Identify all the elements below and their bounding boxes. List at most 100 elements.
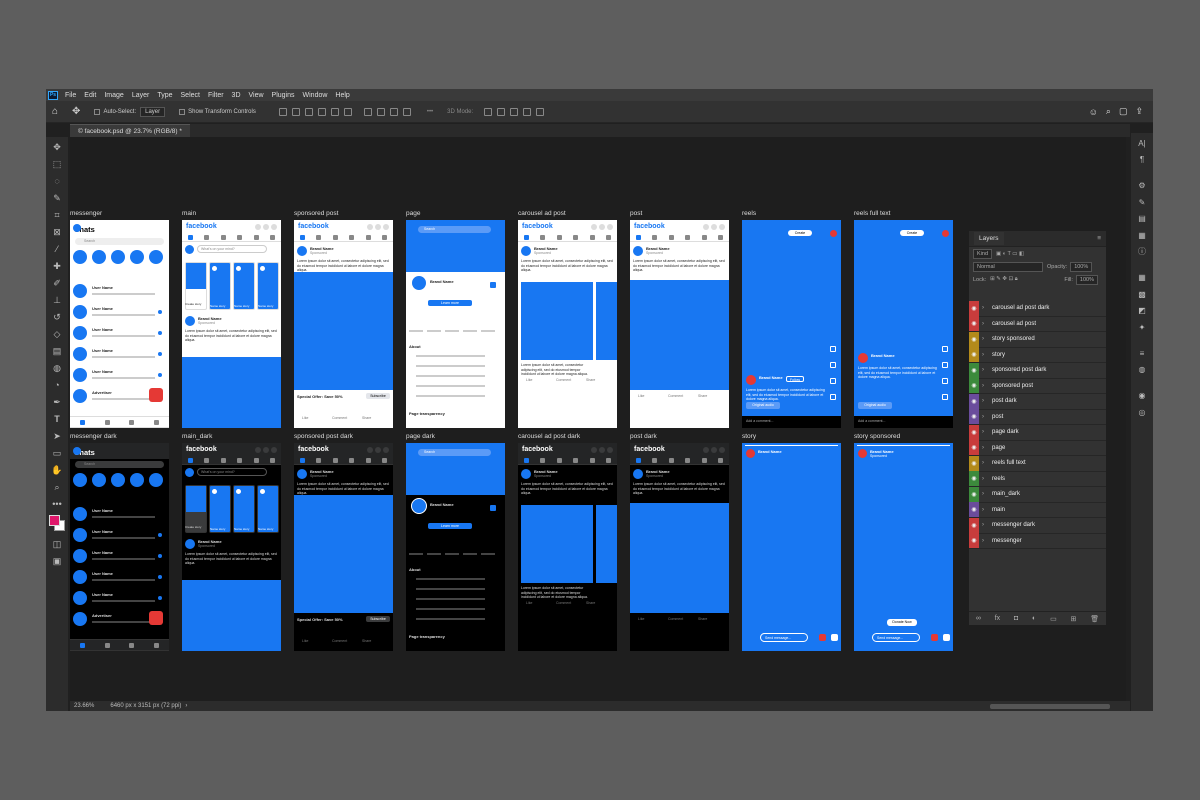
history-brush-icon[interactable]: ↺ [50, 310, 64, 324]
mock-audio-pill[interactable]: Original audio [858, 402, 892, 409]
lasso-tool-icon[interactable]: ◌ [50, 174, 64, 188]
artboard-label[interactable]: post dark [630, 433, 657, 440]
menu-item-plugins[interactable]: Plugins [268, 92, 299, 99]
kind-filter-dropdown[interactable]: Kind [973, 248, 993, 259]
mock-header-icon[interactable] [599, 446, 605, 453]
show-transform-box[interactable] [179, 108, 186, 115]
mock-nav-icon[interactable] [556, 234, 562, 240]
patterns-icon[interactable]: ▩ [1136, 288, 1148, 300]
mock-header-icon[interactable] [591, 223, 597, 230]
artboard[interactable]: sponsored post facebook Brand Name Sponsore… [294, 210, 393, 428]
chevron-right-icon[interactable]: › [979, 538, 987, 544]
eye-icon[interactable]: ◉ [969, 362, 979, 378]
mock-share-button[interactable]: Share [586, 378, 595, 383]
mock-comment-button[interactable]: Comment [556, 601, 571, 606]
mock-reel-action-icon[interactable] [942, 362, 948, 368]
artboard-label[interactable]: main [182, 210, 196, 217]
mock-reel-action-icon[interactable] [830, 378, 836, 384]
mock-header-icon[interactable] [367, 223, 373, 230]
mock-nav-icon[interactable] [332, 234, 338, 240]
mock-comment-button[interactable]: Comment [332, 416, 347, 421]
mock-nav-icon[interactable] [270, 234, 276, 240]
mock-header-icon[interactable] [703, 223, 709, 230]
mock-chat-avatar[interactable] [73, 326, 87, 340]
menu-item-window[interactable]: Window [299, 92, 332, 99]
artboard-label[interactable]: messenger dark [70, 433, 117, 440]
eye-icon[interactable]: ◉ [969, 533, 979, 549]
mock-header-icon[interactable] [719, 223, 725, 230]
artboard[interactable]: story sponsored Brand Name Sponsored Donate… [854, 433, 953, 651]
distribute-icon[interactable] [363, 107, 372, 116]
artboard-canvas[interactable]: facebook Brand Name Sponsored Lorem ipsum d… [630, 220, 729, 428]
artboard[interactable]: main_dark facebook What's on your mind? Cre… [182, 433, 281, 651]
mock-reel-action-icon[interactable] [830, 394, 836, 400]
layer-row[interactable]: ◉ › page [969, 440, 1106, 456]
artboard-canvas[interactable]: Search Brand Name Learn more About Page tran… [406, 443, 505, 651]
artboard-label[interactable]: post [630, 210, 642, 217]
swatches-icon[interactable]: ▦ [1136, 229, 1148, 241]
artboard[interactable]: carousel ad post dark facebook Brand Name S… [518, 433, 617, 651]
mock-nav-icon[interactable] [187, 234, 193, 240]
3d-pan-icon[interactable] [510, 107, 519, 116]
artboard[interactable]: messenger Chats Search User Name User Name Us… [70, 210, 169, 428]
chevron-right-icon[interactable]: › [979, 414, 987, 420]
mock-tab-icon[interactable] [129, 642, 135, 648]
mock-story-avatar[interactable] [130, 250, 144, 264]
mock-header-icon[interactable] [591, 446, 597, 453]
artboard-label[interactable]: messenger [70, 210, 102, 217]
menu-item-layer[interactable]: Layer [128, 92, 154, 99]
zoom-level[interactable]: 23.66% [74, 703, 94, 709]
color-panel-icon[interactable]: ▤ [1136, 213, 1148, 225]
mock-nav-icon[interactable] [523, 457, 529, 463]
opacity-field[interactable]: 100% [1070, 261, 1093, 272]
layer-row[interactable]: ◉ › carousel ad post [969, 316, 1106, 332]
mock-chat-avatar[interactable] [73, 570, 87, 584]
chevron-right-icon[interactable]: › [979, 445, 987, 451]
mock-nav-icon[interactable] [365, 234, 371, 240]
artboard-canvas[interactable]: Create Brand Name Follow Lorem ipsum dolor … [742, 220, 841, 428]
menu-item-view[interactable]: View [245, 92, 268, 99]
layer-row[interactable]: ◉ › messenger dark [969, 517, 1106, 534]
mock-nav-icon[interactable] [701, 234, 707, 240]
trash-icon[interactable]: 🗑︎ [1090, 615, 1099, 623]
artboard[interactable]: sponsored post dark facebook Brand Name Spo… [294, 433, 393, 651]
layer-row[interactable]: ◉ › reels full text [969, 455, 1106, 472]
eraser-icon[interactable]: ◇ [50, 327, 64, 341]
artboard[interactable]: carousel ad post facebook Brand Name Sponso… [518, 210, 617, 428]
mock-nav-icon[interactable] [540, 234, 546, 240]
artboard-label[interactable]: sponsored post [294, 210, 338, 217]
mock-header-icon[interactable] [255, 446, 261, 453]
menu-item-help[interactable]: Help [331, 92, 353, 99]
artboard[interactable]: story Brand Name Send message... [742, 433, 841, 651]
mock-nav-icon[interactable] [332, 457, 338, 463]
workspace-icon[interactable]: ▢ [1119, 106, 1128, 117]
mock-comment-button[interactable]: Comment [556, 378, 571, 383]
mock-story-avatar[interactable] [92, 250, 106, 264]
mock-nav-icon[interactable] [573, 457, 579, 463]
layer-row[interactable]: ◉ › post [969, 409, 1106, 425]
chevron-right-icon[interactable]: › [979, 507, 987, 513]
mock-reel-action-icon[interactable] [830, 346, 836, 352]
mock-nav-icon[interactable] [718, 234, 724, 240]
lock-icons[interactable]: ⊞ ✎ ✥ ⊡ 🔒︎ [990, 276, 1017, 283]
mock-page-tab[interactable] [445, 330, 459, 332]
mock-follow-button[interactable]: Follow [786, 376, 804, 382]
mock-nav-icon[interactable] [253, 234, 259, 240]
properties-icon[interactable]: ◎ [1136, 406, 1148, 418]
artboard-label[interactable]: carousel ad post dark [518, 433, 580, 440]
mock-header-icon[interactable] [711, 223, 717, 230]
mock-page-tab[interactable] [409, 553, 423, 555]
artboard-canvas[interactable]: Create Brand Name Lorem ipsum dolor sit am… [854, 220, 953, 428]
artboard-canvas[interactable]: Brand Name Sponsored Donate Now Send messag… [854, 443, 953, 651]
quick-mask-icon[interactable]: ◫ [50, 537, 64, 551]
mock-like-icon[interactable] [831, 634, 838, 641]
mock-create-button[interactable]: Create [900, 230, 924, 236]
mock-tab-icon[interactable] [104, 642, 110, 648]
mock-story-avatar[interactable] [149, 473, 163, 487]
menu-item-select[interactable]: Select [177, 92, 204, 99]
crop-tool-icon[interactable]: ⌗ [50, 208, 64, 222]
mock-header-icon[interactable] [599, 223, 605, 230]
mock-nav-icon[interactable] [540, 457, 546, 463]
mock-tab-icon[interactable] [79, 642, 85, 648]
mock-chat-avatar[interactable] [73, 305, 87, 319]
